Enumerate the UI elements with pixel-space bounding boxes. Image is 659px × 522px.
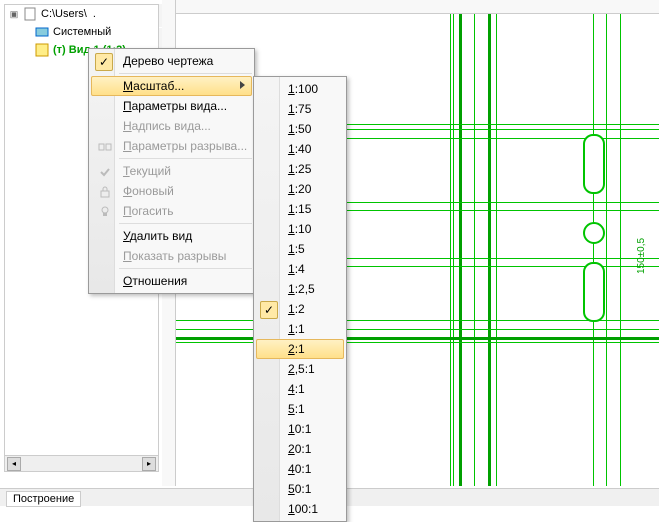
break-icon: [97, 139, 113, 155]
menu-separator: [119, 73, 252, 74]
expand-icon[interactable]: ▣: [9, 9, 19, 20]
hole-circle: [583, 222, 605, 244]
scale-option[interactable]: 1:100: [256, 79, 344, 99]
view-icon: [35, 43, 49, 57]
bulb-off-icon: [97, 204, 113, 220]
current-icon: [97, 164, 113, 180]
scale-option[interactable]: 50:1: [256, 479, 344, 499]
menu-break-params: Параметры разрыва...: [91, 136, 252, 156]
doc-small-icon: [23, 7, 37, 21]
scale-option[interactable]: 1:2✓: [256, 299, 344, 319]
menu-delete-view[interactable]: Удалить вид: [91, 226, 252, 246]
scale-option[interactable]: 1:25: [256, 159, 344, 179]
dimension-text: 150±0,5: [636, 238, 647, 274]
scale-option[interactable]: 1:40: [256, 139, 344, 159]
scale-option[interactable]: 1:75: [256, 99, 344, 119]
menu-tree[interactable]: ✓ Дерево чертежа: [91, 51, 252, 71]
ruler-horizontal: [162, 0, 659, 14]
scale-submenu: 1:1001:751:501:401:251:201:151:101:51:41…: [253, 76, 347, 522]
tree-system[interactable]: Системный: [5, 23, 158, 41]
slot-bottom: [583, 262, 605, 322]
tree-root[interactable]: ▣ C:\Users\ .: [5, 5, 158, 23]
menu-relations[interactable]: Отношения: [91, 271, 252, 291]
menu-show-breaks: Показать разрывы: [91, 246, 252, 266]
scale-option[interactable]: 4:1: [256, 379, 344, 399]
system-icon: [35, 25, 49, 39]
scale-option[interactable]: 1:2,5: [256, 279, 344, 299]
lock-icon: [97, 184, 113, 200]
scale-option[interactable]: 1:20: [256, 179, 344, 199]
scale-option[interactable]: 20:1: [256, 439, 344, 459]
menu-separator: [119, 158, 252, 159]
menu-separator: [119, 223, 252, 224]
scale-option[interactable]: 2:1: [256, 339, 344, 359]
menu-background: Фоновый: [91, 181, 252, 201]
slot-top: [583, 134, 605, 194]
submenu-arrow-icon: [240, 81, 245, 89]
tree-scrollbar[interactable]: ◂ ▸: [5, 455, 158, 471]
menu-scale-label: Масштаб...: [123, 79, 184, 93]
scroll-left-icon[interactable]: ◂: [7, 457, 21, 471]
scale-option[interactable]: 1:15: [256, 199, 344, 219]
scale-option[interactable]: 2,5:1: [256, 359, 344, 379]
menu-view-label: Надпись вида...: [91, 116, 252, 136]
check-icon: ✓: [95, 53, 113, 71]
check-icon: ✓: [260, 301, 278, 319]
menu-current: Текущий: [91, 161, 252, 181]
scale-option[interactable]: 1:10: [256, 219, 344, 239]
scale-option[interactable]: 100:1: [256, 499, 344, 519]
context-menu: ✓ Дерево чертежа Масштаб... Параметры ви…: [88, 48, 255, 294]
scale-option[interactable]: 1:50: [256, 119, 344, 139]
scale-option[interactable]: 5:1: [256, 399, 344, 419]
scale-option[interactable]: 1:1: [256, 319, 344, 339]
menu-scale[interactable]: Масштаб...: [91, 76, 252, 96]
menu-view-params[interactable]: Параметры вида...: [91, 96, 252, 116]
status-tab[interactable]: Построение: [6, 491, 81, 507]
tree-system-label: Системный: [53, 26, 111, 38]
scale-option[interactable]: 1:5: [256, 239, 344, 259]
menu-separator: [119, 268, 252, 269]
scale-option[interactable]: 1:4: [256, 259, 344, 279]
tree-root-label: C:\Users\: [41, 8, 87, 20]
scale-option[interactable]: 10:1: [256, 419, 344, 439]
menu-extinguish: Погасить: [91, 201, 252, 221]
scroll-right-icon[interactable]: ▸: [142, 457, 156, 471]
scale-option[interactable]: 40:1: [256, 459, 344, 479]
